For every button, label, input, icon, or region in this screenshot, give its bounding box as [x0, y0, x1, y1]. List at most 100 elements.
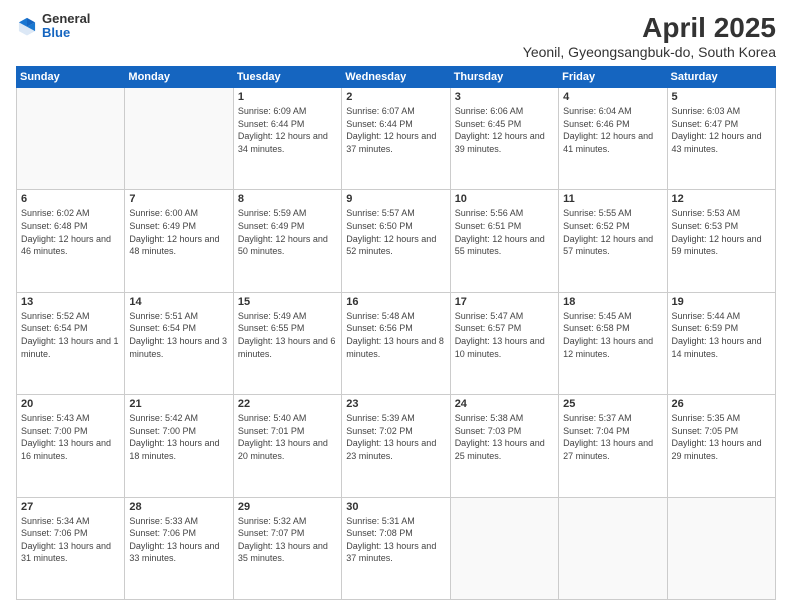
- table-row: 14 Sunrise: 5:51 AM Sunset: 6:54 PM Dayli…: [125, 292, 233, 394]
- day-number: 9: [346, 193, 445, 205]
- table-row: 8 Sunrise: 5:59 AM Sunset: 6:49 PM Daylig…: [233, 190, 341, 292]
- day-number: 30: [346, 501, 445, 513]
- day-number: 13: [21, 296, 120, 308]
- table-row: [559, 497, 667, 599]
- day-number: 8: [238, 193, 337, 205]
- logo-blue-text: Blue: [42, 26, 90, 40]
- day-number: 22: [238, 398, 337, 410]
- table-row: 27 Sunrise: 5:34 AM Sunset: 7:06 PM Dayli…: [17, 497, 125, 599]
- day-info: Sunrise: 5:51 AM Sunset: 6:54 PM Dayligh…: [129, 310, 228, 360]
- day-info: Sunrise: 5:59 AM Sunset: 6:49 PM Dayligh…: [238, 207, 337, 257]
- table-row: 12Sunrise: 5:53 AM Sunset: 6:53 PM Dayli…: [667, 190, 775, 292]
- day-info: Sunrise: 6:06 AM Sunset: 6:45 PM Dayligh…: [455, 105, 554, 155]
- day-info: Sunrise: 6:00 AM Sunset: 6:49 PM Dayligh…: [129, 207, 228, 257]
- day-info: Sunrise: 5:52 AM Sunset: 6:54 PM Dayligh…: [21, 310, 120, 360]
- day-number: 25: [563, 398, 662, 410]
- table-row: 25 Sunrise: 5:37 AM Sunset: 7:04 PM Dayli…: [559, 395, 667, 497]
- table-row: 16Sunrise: 5:48 AM Sunset: 6:56 PM Dayli…: [342, 292, 450, 394]
- calendar-week-5: 27 Sunrise: 5:34 AM Sunset: 7:06 PM Dayli…: [17, 497, 776, 599]
- day-number: 12: [672, 193, 771, 205]
- calendar-table: Sunday Monday Tuesday Wednesday Thursday…: [16, 66, 776, 600]
- day-number: 17: [455, 296, 554, 308]
- table-row: 3 Sunrise: 6:06 AM Sunset: 6:45 PM Daylig…: [450, 88, 558, 190]
- table-row: 11 Sunrise: 5:55 AM Sunset: 6:52 PM Dayli…: [559, 190, 667, 292]
- day-info: Sunrise: 5:42 AM Sunset: 7:00 PM Dayligh…: [129, 412, 228, 462]
- table-row: 17 Sunrise: 5:47 AM Sunset: 6:57 PM Dayli…: [450, 292, 558, 394]
- table-row: 20Sunrise: 5:43 AM Sunset: 7:00 PM Dayli…: [17, 395, 125, 497]
- table-row: 5 Sunrise: 6:03 AM Sunset: 6:47 PM Daylig…: [667, 88, 775, 190]
- table-row: 7Sunrise: 6:00 AM Sunset: 6:49 PM Daylig…: [125, 190, 233, 292]
- table-row: 21 Sunrise: 5:42 AM Sunset: 7:00 PM Dayli…: [125, 395, 233, 497]
- table-row: 26 Sunrise: 5:35 AM Sunset: 7:05 PM Dayli…: [667, 395, 775, 497]
- table-row: [450, 497, 558, 599]
- day-number: 1: [238, 91, 337, 103]
- day-number: 4: [563, 91, 662, 103]
- table-row: 24 Sunrise: 5:38 AM Sunset: 7:03 PM Dayli…: [450, 395, 558, 497]
- day-info: Sunrise: 5:43 AM Sunset: 7:00 PM Dayligh…: [21, 412, 120, 462]
- day-number: 3: [455, 91, 554, 103]
- day-number: 18: [563, 296, 662, 308]
- calendar-week-4: 20Sunrise: 5:43 AM Sunset: 7:00 PM Dayli…: [17, 395, 776, 497]
- day-info: Sunrise: 5:35 AM Sunset: 7:05 PM Dayligh…: [672, 412, 771, 462]
- table-row: 10Sunrise: 5:56 AM Sunset: 6:51 PM Dayli…: [450, 190, 558, 292]
- title-block: April 2025 Yeonil, Gyeongsangbuk-do, Sou…: [523, 12, 776, 60]
- table-row: [17, 88, 125, 190]
- day-info: Sunrise: 5:31 AM Sunset: 7:08 PM Dayligh…: [346, 515, 445, 565]
- day-info: Sunrise: 5:47 AM Sunset: 6:57 PM Dayligh…: [455, 310, 554, 360]
- day-info: Sunrise: 6:04 AM Sunset: 6:46 PM Dayligh…: [563, 105, 662, 155]
- table-row: 23Sunrise: 5:39 AM Sunset: 7:02 PM Dayli…: [342, 395, 450, 497]
- day-info: Sunrise: 5:45 AM Sunset: 6:58 PM Dayligh…: [563, 310, 662, 360]
- day-info: Sunrise: 5:48 AM Sunset: 6:56 PM Dayligh…: [346, 310, 445, 360]
- day-info: Sunrise: 5:40 AM Sunset: 7:01 PM Dayligh…: [238, 412, 337, 462]
- day-number: 14: [129, 296, 228, 308]
- day-number: 5: [672, 91, 771, 103]
- day-info: Sunrise: 6:02 AM Sunset: 6:48 PM Dayligh…: [21, 207, 120, 257]
- day-number: 29: [238, 501, 337, 513]
- day-number: 24: [455, 398, 554, 410]
- day-number: 2: [346, 91, 445, 103]
- day-info: Sunrise: 5:55 AM Sunset: 6:52 PM Dayligh…: [563, 207, 662, 257]
- table-row: 15Sunrise: 5:49 AM Sunset: 6:55 PM Dayli…: [233, 292, 341, 394]
- table-row: 28 Sunrise: 5:33 AM Sunset: 7:06 PM Dayli…: [125, 497, 233, 599]
- table-row: 13 Sunrise: 5:52 AM Sunset: 6:54 PM Dayli…: [17, 292, 125, 394]
- col-saturday: Saturday: [667, 67, 775, 88]
- day-info: Sunrise: 6:03 AM Sunset: 6:47 PM Dayligh…: [672, 105, 771, 155]
- table-row: 2 Sunrise: 6:07 AM Sunset: 6:44 PM Daylig…: [342, 88, 450, 190]
- table-row: [125, 88, 233, 190]
- table-row: 6Sunrise: 6:02 AM Sunset: 6:48 PM Daylig…: [17, 190, 125, 292]
- day-number: 27: [21, 501, 120, 513]
- logo-general-text: General: [42, 12, 90, 26]
- day-number: 21: [129, 398, 228, 410]
- col-thursday: Thursday: [450, 67, 558, 88]
- day-number: 15: [238, 296, 337, 308]
- day-info: Sunrise: 5:33 AM Sunset: 7:06 PM Dayligh…: [129, 515, 228, 565]
- table-row: 18 Sunrise: 5:45 AM Sunset: 6:58 PM Dayli…: [559, 292, 667, 394]
- day-number: 28: [129, 501, 228, 513]
- day-info: Sunrise: 5:34 AM Sunset: 7:06 PM Dayligh…: [21, 515, 120, 565]
- day-info: Sunrise: 5:44 AM Sunset: 6:59 PM Dayligh…: [672, 310, 771, 360]
- page: General Blue April 2025 Yeonil, Gyeongsa…: [0, 0, 792, 612]
- day-number: 26: [672, 398, 771, 410]
- day-info: Sunrise: 5:56 AM Sunset: 6:51 PM Dayligh…: [455, 207, 554, 257]
- day-info: Sunrise: 5:39 AM Sunset: 7:02 PM Dayligh…: [346, 412, 445, 462]
- day-info: Sunrise: 5:37 AM Sunset: 7:04 PM Dayligh…: [563, 412, 662, 462]
- main-title: April 2025: [523, 12, 776, 44]
- col-sunday: Sunday: [17, 67, 125, 88]
- calendar-week-1: 1 Sunrise: 6:09 AM Sunset: 6:44 PM Daylig…: [17, 88, 776, 190]
- calendar-week-2: 6Sunrise: 6:02 AM Sunset: 6:48 PM Daylig…: [17, 190, 776, 292]
- table-row: 9Sunrise: 5:57 AM Sunset: 6:50 PM Daylig…: [342, 190, 450, 292]
- logo-icon: [16, 15, 38, 37]
- table-row: 4 Sunrise: 6:04 AM Sunset: 6:46 PM Daylig…: [559, 88, 667, 190]
- table-row: [667, 497, 775, 599]
- day-info: Sunrise: 6:07 AM Sunset: 6:44 PM Dayligh…: [346, 105, 445, 155]
- table-row: 30 Sunrise: 5:31 AM Sunset: 7:08 PM Dayli…: [342, 497, 450, 599]
- day-info: Sunrise: 5:38 AM Sunset: 7:03 PM Dayligh…: [455, 412, 554, 462]
- day-number: 19: [672, 296, 771, 308]
- calendar-week-3: 13 Sunrise: 5:52 AM Sunset: 6:54 PM Dayli…: [17, 292, 776, 394]
- day-info: Sunrise: 6:09 AM Sunset: 6:44 PM Dayligh…: [238, 105, 337, 155]
- table-row: 1 Sunrise: 6:09 AM Sunset: 6:44 PM Daylig…: [233, 88, 341, 190]
- col-tuesday: Tuesday: [233, 67, 341, 88]
- day-number: 11: [563, 193, 662, 205]
- logo: General Blue: [16, 12, 90, 41]
- col-monday: Monday: [125, 67, 233, 88]
